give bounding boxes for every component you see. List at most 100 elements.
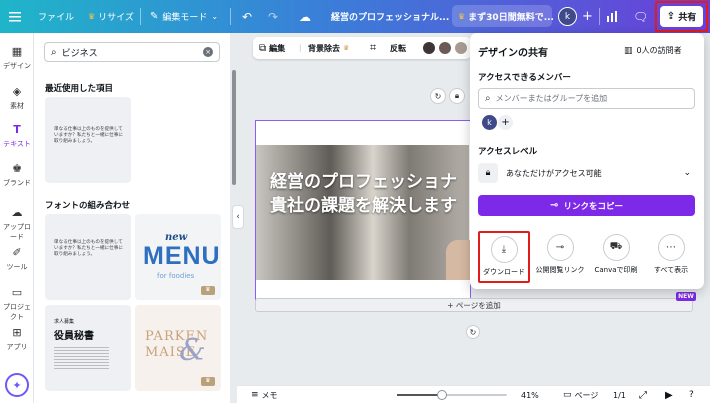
color-swatch-3[interactable] <box>455 42 467 54</box>
pages-icon: ▭ <box>563 390 572 400</box>
resize-button[interactable]: ♛ リサイズ <box>88 0 134 33</box>
insights-icon[interactable] <box>606 0 619 33</box>
rail-item-tools[interactable]: ✐ ツール <box>0 246 34 272</box>
help-icon[interactable]: ? <box>689 386 694 403</box>
crown-icon: ♛ <box>343 44 350 52</box>
zoom-fill <box>397 394 443 396</box>
apps-icon: ⊞ <box>12 326 22 339</box>
search-input[interactable]: ⌕ ビジネス × <box>44 42 220 62</box>
color-swatch-2[interactable] <box>439 42 451 54</box>
clear-icon[interactable]: × <box>203 47 213 57</box>
access-value: あなただけがアクセス可能 <box>506 168 602 178</box>
rail-item-uploads[interactable]: ☁ アップロード <box>0 206 34 242</box>
trial-label: まず30日間無料で... <box>468 12 554 23</box>
edit-mode-dropdown[interactable]: ✎ 編集モード ⌄ <box>150 0 218 33</box>
add-collaborator-icon[interactable]: + <box>582 0 593 33</box>
panel-scrollbar[interactable] <box>232 70 236 185</box>
image-edit-icon: ⧉ <box>259 42 267 54</box>
presentation-icon[interactable]: ▶︎ <box>665 386 673 403</box>
collapse-panel-button[interactable]: ‹ <box>232 205 244 229</box>
cloud-save-icon[interactable]: ☁ <box>299 0 311 33</box>
account-avatar[interactable]: k <box>558 0 577 33</box>
font-combo-card-2[interactable]: new MENU for foodies ♛ <box>135 214 221 300</box>
font-combo-title: フォントの組み合わせ <box>45 201 131 211</box>
rail-item-projects[interactable]: ▭ プロジェクト <box>0 286 34 322</box>
link-icon: ⊸ <box>550 200 559 211</box>
redo-icon[interactable]: ↷ <box>268 0 278 33</box>
rail-item-design[interactable]: ▦ デザイン <box>0 45 34 71</box>
rail-item-brand[interactable]: ♚ ブランド <box>0 162 34 188</box>
share-popup: デザインの共有 ▥ 0人の訪問者 アクセスできるメンバー ⌕ メンバーまたはグル… <box>470 33 704 289</box>
pages-button[interactable]: ▭ ページ <box>563 386 598 403</box>
tools-icon: ✐ <box>12 246 22 259</box>
toolbar-divider: | <box>299 44 302 52</box>
edit-mode-label: 編集モード <box>162 13 208 23</box>
rotate-duplicate-icon[interactable]: ↻ <box>430 88 446 104</box>
rail-label: ツール <box>6 263 28 271</box>
file-menu[interactable]: ファイル <box>38 0 74 33</box>
rotate-icon[interactable]: ↻ <box>466 325 480 339</box>
add-page-button[interactable]: + ページを追加 <box>255 298 693 312</box>
page-count[interactable]: 1/1 <box>613 386 626 403</box>
headline-line-1[interactable]: 経営のプロフェッショナ <box>270 167 457 192</box>
undo-icon[interactable]: ↶ <box>242 0 252 33</box>
design-page[interactable]: 経営のプロフェッショナ 貴社の課題を解決します <box>255 120 476 304</box>
member-avatar[interactable]: k <box>482 115 497 130</box>
flip-label: 反転 <box>390 43 406 53</box>
font-combo-card-4[interactable]: PARKEN MAISE & ♛ <box>135 305 221 391</box>
flip-button[interactable]: 反転 <box>390 37 406 59</box>
public-link-option[interactable]: ⊸ 公開閲覧リンク <box>531 231 589 283</box>
member-search-input[interactable]: ⌕ メンバーまたはグループを追加 <box>478 88 695 109</box>
document-title[interactable]: 経営のプロフェッショナル... <box>331 0 449 33</box>
divider <box>140 8 141 25</box>
notes-label: メモ <box>261 390 278 400</box>
add-member-icon[interactable]: + <box>498 115 513 130</box>
crown-icon: ♛ <box>458 11 466 21</box>
edit-image-button[interactable]: ⧉ 編集 <box>259 37 285 59</box>
font-combo-card-1[interactable]: 単なる仕事以上のものを提供していますか？私たちと一緒に仕事に取り組みましょう。 <box>45 214 131 300</box>
left-rail: ▦ デザイン ◈ 素材 T テキスト ♚ ブランド ☁ アップロード ✐ ツール ▭ プロジェ… <box>0 33 34 403</box>
card-small-text: 求人募集 <box>54 319 75 325</box>
menu-sub-text: for foodies <box>157 272 195 280</box>
visitors-button[interactable]: ▥ 0人の訪問者 <box>624 45 682 56</box>
rail-label: アップロード <box>3 223 31 241</box>
zoom-knob[interactable] <box>437 390 448 400</box>
ampersand-icon: & <box>179 333 206 368</box>
font-combo-card-3[interactable]: 求人募集 役員秘書 <box>45 305 131 391</box>
rail-item-text[interactable]: T テキスト <box>0 123 34 149</box>
truck-icon: ⛟ <box>602 234 630 261</box>
zoom-slider[interactable] <box>397 390 507 400</box>
menu-icon[interactable] <box>9 0 21 33</box>
color-swatch-1[interactable] <box>423 42 435 54</box>
copy-link-button[interactable]: ⊸ リンクをコピー <box>478 195 695 216</box>
card-text: 単なる仕事以上のものを提供していますか？私たちと一緒に仕事に取り組みましょう。 <box>54 127 123 144</box>
magic-assistant-button[interactable]: ✦ <box>5 373 29 397</box>
lock-icon[interactable]: 🔒︎ <box>449 88 465 104</box>
notes-button[interactable]: ≡ メモ <box>251 386 278 403</box>
text-icon: T <box>13 123 21 136</box>
crop-icon[interactable]: ⌗ <box>370 37 376 59</box>
rail-item-apps[interactable]: ⊞ アプリ <box>0 326 34 352</box>
print-label: Canvaで印刷 <box>594 266 638 274</box>
download-option[interactable]: ⤓ ダウンロード <box>478 231 530 283</box>
headline-line-2[interactable]: 貴社の課題を解決します <box>270 191 457 216</box>
search-value: ビジネス <box>61 48 98 59</box>
share-popup-title: デザインの共有 <box>478 48 548 59</box>
rail-item-elements[interactable]: ◈ 素材 <box>0 85 34 111</box>
access-level-dropdown[interactable]: 🔒︎ あなただけがアクセス可能 ⌄ <box>478 161 695 185</box>
card-lines <box>54 345 109 369</box>
more-icon: ⋯ <box>657 234 685 261</box>
recent-template-card[interactable]: 単なる仕事以上のものを提供していますか？私たちと一緒に仕事に取り組みましょう。 <box>45 97 131 183</box>
add-page-label: + ページを追加 <box>447 300 501 310</box>
chevron-down-icon: ⌄ <box>683 168 691 178</box>
bg-remove-button[interactable]: 背景除去 ♛ <box>308 37 349 59</box>
fullscreen-icon[interactable]: ⤢ <box>639 386 647 403</box>
share-button[interactable]: ⇪ 共有 <box>660 6 703 27</box>
comment-icon[interactable]: 🗨︎ <box>633 0 648 33</box>
see-all-option[interactable]: ⋯ すべて表示 <box>645 231 697 283</box>
trial-button[interactable]: ♛ まず30日間無料で... <box>452 5 554 27</box>
zoom-value[interactable]: 41% <box>521 386 539 403</box>
print-option[interactable]: ⛟ Canvaで印刷 <box>589 231 643 283</box>
layout-icon: ▦ <box>11 45 23 58</box>
top-bar: ファイル ♛ リサイズ ✎ 編集モード ⌄ ↶ ↷ ☁ 経営のプロフェッショナル… <box>0 0 710 33</box>
